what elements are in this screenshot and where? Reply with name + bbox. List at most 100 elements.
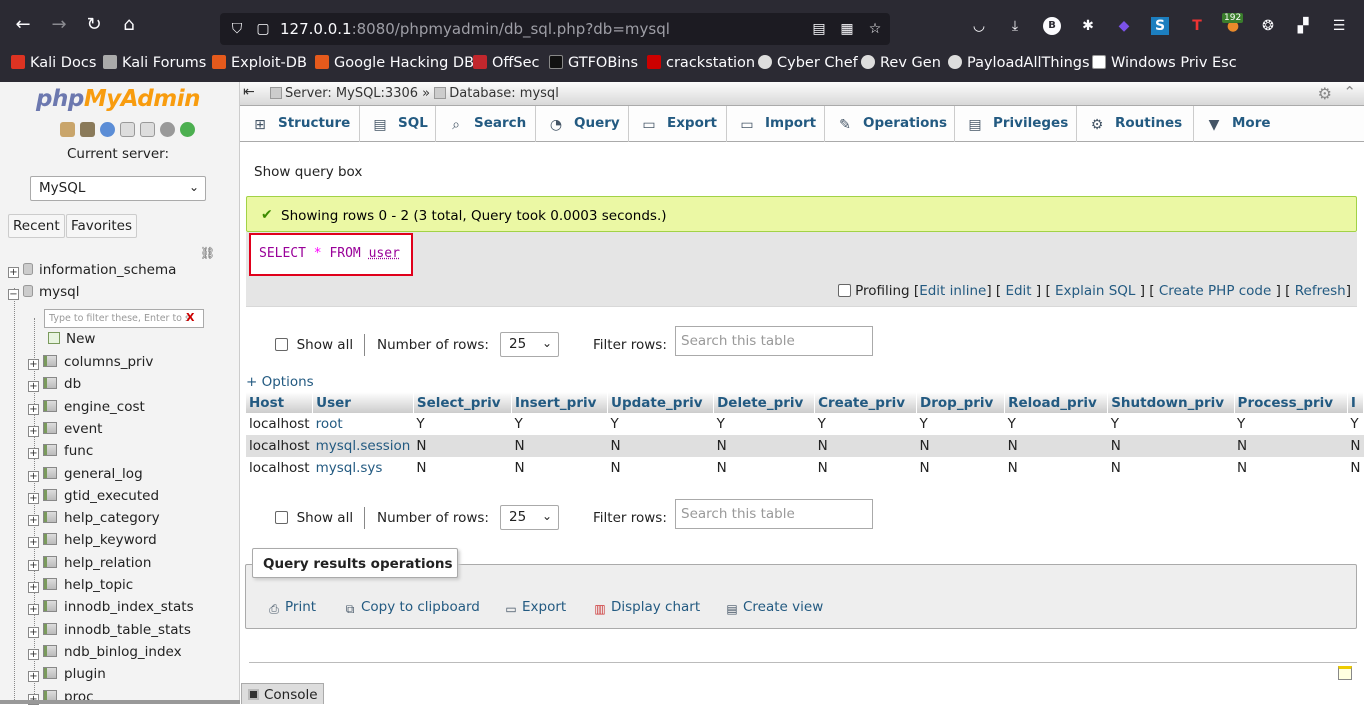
display-chart-link[interactable]: ▥ Display chart — [593, 599, 700, 616]
column-header[interactable]: User — [312, 392, 414, 413]
db-mysql[interactable]: − mysql — [8, 284, 80, 304]
url-text[interactable]: 127.0.0.1:8080/phpmyadmin/db_sql.php?db=… — [280, 20, 670, 38]
column-header[interactable]: Select_priv — [413, 392, 512, 413]
bookmark-rev-gen[interactable]: Rev Gen — [861, 55, 941, 71]
expand-icon[interactable]: + — [28, 671, 39, 683]
qr-icon[interactable]: ▦ — [838, 20, 856, 38]
expand-icon[interactable]: + — [28, 537, 39, 549]
column-header[interactable]: Shutdown_priv — [1107, 392, 1235, 413]
tab-more[interactable]: ▼ More — [1194, 106, 1276, 142]
bookmark-kali-docs[interactable]: Kali Docs — [11, 55, 96, 71]
options-link[interactable]: + Options — [246, 374, 314, 390]
create-view-link[interactable]: ▤ Create view — [725, 599, 823, 616]
user-cell[interactable]: mysql.session — [312, 435, 414, 457]
copy-icon[interactable] — [140, 122, 155, 137]
show-all-checkbox[interactable] — [275, 511, 288, 524]
expand-icon[interactable]: + — [28, 403, 39, 415]
column-header[interactable]: Host — [246, 392, 314, 413]
refresh-link[interactable]: Refresh — [1295, 283, 1346, 299]
tab-query[interactable]: ◔ Query — [536, 106, 629, 142]
column-header[interactable]: Update_priv — [607, 392, 715, 413]
bookmark-payloadallthings[interactable]: PayloadAllThings — [948, 55, 1090, 71]
explain-sql-link[interactable]: Explain SQL — [1055, 283, 1135, 299]
bookmark-windows-priv-esc[interactable]: Windows Priv Esc — [1092, 55, 1237, 71]
sidebar-table-item[interactable]: + gtid_executed — [28, 488, 159, 508]
star-icon[interactable]: ☆ — [866, 20, 884, 38]
back-icon[interactable]: ← — [12, 14, 34, 36]
tab-export[interactable]: ▭ Export — [629, 106, 727, 142]
tab-privileges[interactable]: ▤ Privileges — [955, 106, 1077, 142]
docs-icon[interactable] — [120, 122, 135, 137]
rows-select[interactable]: 25 ⌄ — [500, 505, 559, 530]
expand-icon[interactable]: + — [28, 470, 39, 482]
expand-icon[interactable]: + — [28, 359, 39, 370]
column-header[interactable]: Drop_priv — [916, 392, 1006, 413]
table-row[interactable]: localhost root Y Y Y Y Y Y Y Y Y Y — [246, 413, 1364, 435]
bookmark-google-hacking-db[interactable]: Google Hacking DB — [315, 55, 474, 71]
cookie-icon[interactable]: ❂ — [1259, 17, 1277, 35]
sidebar-table-item[interactable]: + func — [28, 443, 93, 463]
reload-icon[interactable]: ↻ — [83, 14, 105, 36]
forward-icon[interactable]: → — [48, 14, 70, 36]
sidebar-table-item[interactable]: + proc — [28, 689, 94, 709]
server-select[interactable]: MySQL ⌄ — [30, 176, 206, 201]
table-row[interactable]: localhost mysql.session N N N N N N N N N N — [246, 435, 1364, 457]
url-bar[interactable]: ⛉ ▢ 127.0.0.1:8080/phpmyadmin/db_sql.php… — [220, 13, 890, 45]
expand-icon[interactable]: + — [28, 648, 39, 660]
table-filter-input[interactable]: Type to filter these, Enter to s — [44, 309, 204, 328]
extensions-icon[interactable]: ▞ — [1294, 17, 1312, 35]
expand-icon[interactable]: + — [28, 425, 39, 437]
show-all-toggle[interactable]: Show all — [275, 510, 353, 526]
home-icon[interactable]: ⌂ — [118, 14, 140, 36]
tab-operations[interactable]: ✎ Operations — [825, 106, 955, 142]
new-table-item[interactable]: New — [48, 331, 95, 351]
db-information-schema[interactable]: + information_schema — [8, 262, 176, 282]
column-header[interactable]: I — [1347, 392, 1364, 413]
page-info-icon[interactable]: ▢ — [254, 20, 272, 38]
profiling-checkbox[interactable] — [837, 284, 851, 297]
sidebar-table-item[interactable]: + help_category — [28, 510, 160, 530]
sidebar-table-item[interactable]: + innodb_index_stats — [28, 599, 194, 619]
gear-icon[interactable]: ⚙ — [1318, 84, 1332, 103]
sidebar-table-item[interactable]: + general_log — [28, 466, 143, 486]
sidebar-table-item[interactable]: + help_keyword — [28, 532, 157, 552]
column-header[interactable]: Insert_priv — [511, 392, 609, 413]
column-header[interactable]: Create_priv — [814, 392, 918, 413]
sidebar-table-item[interactable]: + ndb_binlog_index — [28, 644, 182, 664]
extension-t-icon[interactable]: T — [1188, 17, 1206, 35]
expand-icon[interactable]: + — [28, 559, 39, 571]
column-header[interactable]: Reload_priv — [1004, 392, 1109, 413]
copy-to-clipboard-link[interactable]: ⧉ Copy to clipboard — [343, 599, 480, 616]
expand-icon[interactable]: + — [28, 492, 39, 504]
link-icon[interactable]: ⛓ — [200, 246, 215, 260]
refresh-icon[interactable] — [180, 122, 195, 137]
download-icon[interactable]: ⤓ — [1006, 17, 1024, 35]
expand-icon[interactable]: + — [28, 381, 39, 393]
column-header[interactable]: Process_priv — [1234, 392, 1348, 413]
table-row[interactable]: localhost mysql.sys N N N N N N N N N N — [246, 457, 1364, 479]
bookmark-gtfobins[interactable]: GTFOBins — [549, 55, 638, 71]
tab-import[interactable]: ▭ Import — [727, 106, 825, 142]
sidebar-table-item[interactable]: + columns_priv — [28, 354, 153, 374]
expand-icon[interactable]: + — [28, 515, 39, 527]
sidebar-table-item[interactable]: + help_relation — [28, 555, 151, 575]
sidebar-scrollbar[interactable] — [0, 700, 240, 704]
sidebar-table-item[interactable]: + engine_cost — [28, 399, 145, 419]
edit-link[interactable]: Edit — [1005, 283, 1031, 299]
pocket-icon[interactable]: ◡ — [970, 17, 988, 35]
note-icon[interactable] — [1338, 666, 1352, 680]
user-cell[interactable]: root — [312, 413, 414, 435]
show-query-box-link[interactable]: Show query box — [254, 164, 362, 180]
rows-select[interactable]: 25 ⌄ — [500, 332, 559, 357]
favorites-tab[interactable]: Favorites — [66, 214, 137, 238]
sidebar-table-item[interactable]: + event — [28, 421, 102, 441]
phpmyadmin-logo[interactable]: phpMyAdmin — [36, 86, 200, 112]
filter-rows-input[interactable]: Search this table — [675, 326, 873, 356]
tab-search[interactable]: ⌕ Search — [436, 106, 536, 142]
extension-b-icon[interactable]: B — [1043, 17, 1061, 35]
export-link[interactable]: ▭ Export — [504, 599, 566, 616]
bookmark-cyber-chef[interactable]: Cyber Chef — [758, 55, 858, 71]
expand-icon[interactable]: + — [8, 267, 19, 278]
expand-icon[interactable]: + — [28, 448, 39, 460]
logout-icon[interactable] — [80, 122, 95, 137]
